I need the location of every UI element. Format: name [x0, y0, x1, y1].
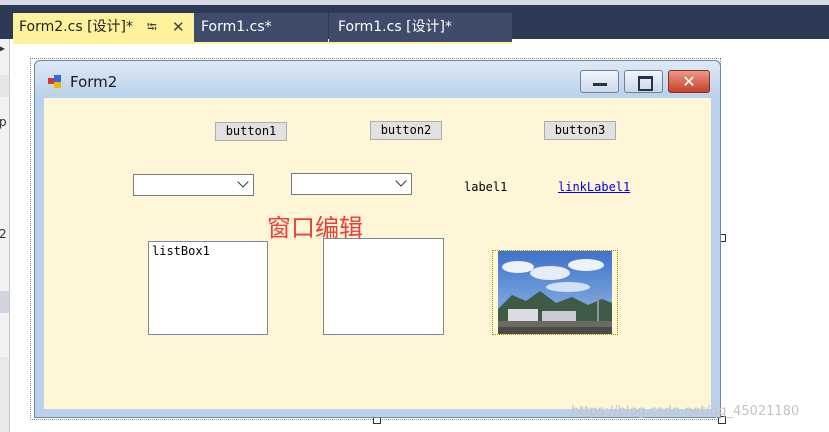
picturebox-landscape-image [498, 251, 612, 334]
button3[interactable]: button3 [544, 121, 616, 140]
button1[interactable]: button1 [215, 122, 287, 141]
form2-client-area[interactable]: button1 button2 button3 label1 linkLabel… [44, 98, 711, 409]
left-panel-marker: ▸ [0, 41, 5, 55]
form2-window[interactable]: Form2 ✕ button1 button2 button3 label1 l… [34, 60, 721, 418]
tab-form2-design[interactable]: Form2.cs [设计]* ⭾ ✕ [13, 13, 194, 42]
document-tab-bar: Form2.cs [设计]* ⭾ ✕ Form1.cs* Form1.cs [设… [0, 5, 829, 44]
window-close-button[interactable]: ✕ [668, 70, 710, 93]
window-close-icon: ✕ [682, 72, 696, 91]
tab-form2-design-label: Form2.cs [设计]* [19, 19, 133, 35]
listbox1[interactable]: listBox1 [148, 241, 268, 335]
tab-form1-code[interactable]: Form1.cs* [194, 13, 328, 42]
label1: label1 [464, 180, 508, 194]
minimize-button[interactable] [580, 70, 619, 93]
left-panel-text-p: p [0, 115, 7, 129]
picturebox1[interactable] [492, 250, 618, 335]
left-panel-selected-row[interactable] [0, 291, 9, 313]
left-panel-text-2: 2 [0, 227, 7, 241]
form-app-icon [48, 75, 62, 88]
form2-titlebar[interactable]: Form2 ✕ [35, 61, 720, 98]
tab-form1-design[interactable]: Form1.cs [设计]* [329, 13, 512, 42]
maximize-button[interactable] [624, 70, 663, 93]
button2[interactable]: button2 [370, 121, 442, 140]
active-tab-underline [13, 42, 512, 44]
form2-title: Form2 [70, 73, 118, 91]
combobox1[interactable] [133, 174, 254, 196]
combobox2[interactable] [291, 173, 412, 195]
left-panel-scrollbar[interactable] [0, 357, 9, 432]
dropdown-arrow-icon [237, 176, 249, 188]
watermark-text: https://blog.csdn.net/qq_45021180 [571, 404, 800, 419]
minimize-icon [593, 83, 607, 86]
left-tool-panel[interactable]: ▸ p 2 [0, 39, 10, 432]
maximize-icon [638, 76, 653, 91]
dropdown-arrow-icon [395, 175, 407, 187]
tab-form1-design-label: Form1.cs [设计]* [338, 19, 452, 35]
linklabel1[interactable]: linkLabel1 [558, 180, 630, 194]
tab-form1-code-label: Form1.cs* [201, 19, 272, 35]
left-panel-field[interactable] [0, 75, 9, 97]
listbox2[interactable] [323, 238, 444, 335]
pin-icon[interactable]: ⭾ [147, 13, 157, 42]
close-icon[interactable]: ✕ [172, 13, 185, 42]
listbox1-item: listBox1 [152, 244, 210, 258]
